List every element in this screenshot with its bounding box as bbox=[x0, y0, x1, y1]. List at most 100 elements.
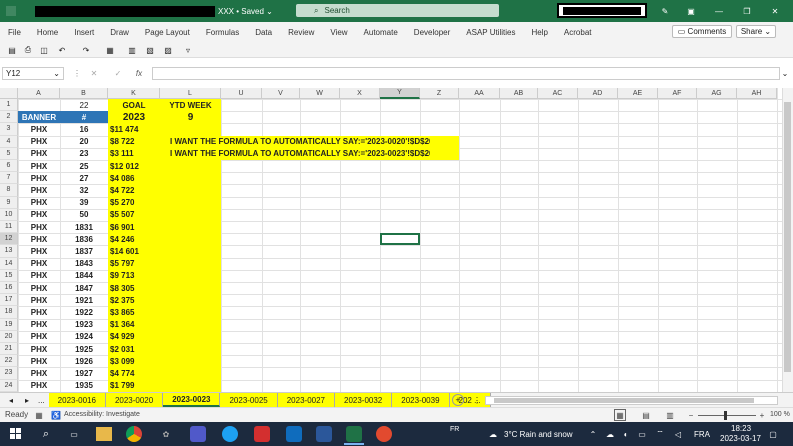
cell-number[interactable]: 1844 bbox=[60, 270, 108, 282]
tabs-options-icon[interactable]: ⋮ bbox=[472, 394, 482, 406]
cell-goal[interactable]: $4 722 bbox=[108, 184, 160, 196]
cell-b1[interactable]: 22 bbox=[60, 99, 108, 111]
battery-icon[interactable]: ▭ bbox=[636, 426, 648, 442]
cancel-icon[interactable]: ✕ bbox=[88, 67, 100, 80]
name-box[interactable]: Y12 ⌄ bbox=[2, 67, 64, 80]
cell-number[interactable]: 27 bbox=[60, 172, 108, 184]
weather-text[interactable]: 3°C Rain and snow bbox=[504, 430, 573, 439]
tab-page-layout[interactable]: Page Layout bbox=[137, 28, 198, 37]
account-area[interactable] bbox=[557, 3, 647, 18]
cell-goal[interactable]: $4 929 bbox=[108, 331, 160, 343]
tab-asap-utilities[interactable]: ASAP Utilities bbox=[458, 28, 523, 37]
cell-goal[interactable]: $4 246 bbox=[108, 233, 160, 245]
row-header-19[interactable]: 19 bbox=[0, 318, 18, 331]
cell-number[interactable]: 16 bbox=[60, 123, 108, 135]
app-icon-red[interactable] bbox=[376, 426, 392, 442]
cell-number[interactable]: 1831 bbox=[60, 221, 108, 233]
cell-goal[interactable]: $5 797 bbox=[108, 258, 160, 270]
add-sheet-icon[interactable]: + bbox=[452, 394, 464, 406]
row-header-11[interactable]: 11 bbox=[0, 221, 18, 234]
teams-icon[interactable] bbox=[190, 426, 206, 442]
row-header-5[interactable]: 5 bbox=[0, 147, 18, 160]
row-header-24[interactable]: 24 bbox=[0, 379, 18, 392]
cell-banner[interactable]: PHX bbox=[18, 367, 60, 379]
cell-k1[interactable]: GOAL bbox=[108, 99, 160, 111]
cell-banner[interactable]: PHX bbox=[18, 233, 60, 245]
cell-number[interactable]: 1843 bbox=[60, 258, 108, 270]
accessibility-status[interactable]: Accessibility: Investigate bbox=[64, 411, 140, 418]
cell-number[interactable]: 1922 bbox=[60, 306, 108, 318]
cell-banner[interactable]: PHX bbox=[18, 343, 60, 355]
column-header-u[interactable]: U bbox=[221, 88, 262, 99]
enter-icon[interactable]: ✓ bbox=[112, 67, 124, 80]
page-break-view-icon[interactable]: ▥ bbox=[664, 409, 676, 421]
cell-banner[interactable]: PHX bbox=[18, 160, 60, 172]
pen-icon[interactable]: ✎ bbox=[658, 0, 672, 22]
sheet-tab[interactable]: 2023-0016 bbox=[48, 393, 106, 407]
windows-start-icon[interactable] bbox=[8, 426, 24, 442]
column-header-v[interactable]: V bbox=[262, 88, 300, 99]
cell-goal[interactable]: $4 086 bbox=[108, 172, 160, 184]
select-all-corner[interactable] bbox=[0, 88, 18, 99]
cell-goal[interactable]: $1 364 bbox=[108, 319, 160, 331]
tab-acrobat[interactable]: Acrobat bbox=[556, 28, 600, 37]
formula-input[interactable] bbox=[152, 67, 780, 80]
column-header-z[interactable]: Z bbox=[420, 88, 459, 99]
cell-banner[interactable]: PHX bbox=[18, 258, 60, 270]
cell-number[interactable]: 1837 bbox=[60, 245, 108, 257]
row-header-9[interactable]: 9 bbox=[0, 196, 18, 209]
column-header-ah[interactable]: AH bbox=[737, 88, 777, 99]
column-header-ab[interactable]: AB bbox=[500, 88, 538, 99]
horizontal-scrollbar[interactable] bbox=[485, 396, 778, 405]
accessibility-icon[interactable]: ♿ bbox=[51, 409, 61, 421]
cell-note-1[interactable]: I WANT THE FORMULA TO AUTOMATICALLY SAY:… bbox=[160, 136, 430, 148]
row-header-20[interactable]: 20 bbox=[0, 330, 18, 343]
column-header-aa[interactable]: AA bbox=[459, 88, 500, 99]
cell-banner[interactable]: PHX bbox=[18, 136, 60, 148]
tab-file[interactable]: File bbox=[0, 28, 29, 37]
cell-banner[interactable]: PHX bbox=[18, 319, 60, 331]
cell-number[interactable]: 1836 bbox=[60, 233, 108, 245]
row-header-15[interactable]: 15 bbox=[0, 269, 18, 282]
clock-time[interactable]: 18:23 bbox=[731, 424, 751, 433]
zoom-out-icon[interactable]: − bbox=[686, 409, 696, 421]
page-layout-view-icon[interactable]: ▤ bbox=[640, 409, 652, 421]
scroll-left-icon[interactable]: ◂ bbox=[6, 394, 16, 406]
column-header-w[interactable]: W bbox=[300, 88, 340, 99]
cell-number[interactable]: 1921 bbox=[60, 294, 108, 306]
sheet-tab[interactable]: 2023-0023 bbox=[163, 393, 221, 407]
ribbon-display-icon[interactable]: ▣ bbox=[684, 0, 698, 22]
zoom-level[interactable]: 100 % bbox=[770, 411, 790, 418]
tab-automate[interactable]: Automate bbox=[356, 28, 406, 37]
cell-goal[interactable]: $12 012 bbox=[108, 160, 160, 172]
cell-goal[interactable]: $2 031 bbox=[108, 343, 160, 355]
sheet-tab[interactable]: 2023-0025 bbox=[220, 393, 278, 407]
cell-banner[interactable]: PHX bbox=[18, 355, 60, 367]
notifications-icon[interactable]: ▢ bbox=[766, 426, 780, 442]
cell-number[interactable]: 1924 bbox=[60, 331, 108, 343]
hidden-icons-icon[interactable]: ⌃ bbox=[588, 426, 598, 442]
row-header-23[interactable]: 23 bbox=[0, 367, 18, 380]
cell-goal[interactable]: $3 099 bbox=[108, 355, 160, 367]
weather-icon[interactable]: ☁ bbox=[486, 426, 500, 442]
cell-banner[interactable]: PHX bbox=[18, 209, 60, 221]
tab-view[interactable]: View bbox=[322, 28, 355, 37]
tab-data[interactable]: Data bbox=[247, 28, 280, 37]
file-explorer-icon[interactable] bbox=[96, 427, 112, 441]
cell-banner[interactable]: PHX bbox=[18, 123, 60, 135]
cell-banner[interactable]: PHX bbox=[18, 245, 60, 257]
cell-goal[interactable]: $11 474 bbox=[108, 123, 160, 135]
save-icon[interactable]: ◫ bbox=[38, 44, 50, 56]
minimize-icon[interactable]: — bbox=[712, 0, 726, 22]
chrome-icon[interactable] bbox=[126, 426, 142, 442]
cell-number[interactable]: 1927 bbox=[60, 367, 108, 379]
sheet-tab[interactable]: 2023-0032 bbox=[335, 393, 393, 407]
new-file-icon[interactable]: ▤ bbox=[6, 44, 18, 56]
cell-number[interactable]: 1923 bbox=[60, 319, 108, 331]
cell-k2[interactable]: 2023 bbox=[108, 111, 160, 123]
column-header-af[interactable]: AF bbox=[658, 88, 697, 99]
cell-number[interactable]: 1926 bbox=[60, 355, 108, 367]
close-icon[interactable]: ✕ bbox=[768, 0, 782, 22]
language-indicator[interactable]: FRA bbox=[694, 430, 710, 439]
restore-icon[interactable]: ❐ bbox=[740, 0, 754, 22]
